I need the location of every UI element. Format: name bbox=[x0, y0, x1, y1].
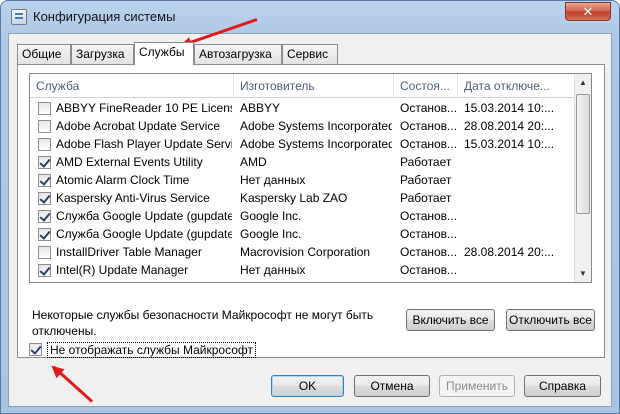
service-name: Kaspersky Anti-Virus Service bbox=[56, 191, 210, 205]
service-status: Работает bbox=[400, 191, 452, 205]
service-status: Останов... bbox=[400, 227, 456, 241]
service-checkbox[interactable] bbox=[38, 120, 51, 133]
service-date-disabled bbox=[464, 225, 572, 243]
service-manufacturer: Google Inc. bbox=[240, 227, 302, 241]
service-name: McAfee Security Scan Compone... bbox=[56, 279, 232, 282]
disable-all-button[interactable]: Отключить все bbox=[506, 309, 595, 331]
service-date-disabled bbox=[464, 261, 572, 279]
tab-services[interactable]: Службы bbox=[134, 42, 194, 65]
tab-boot[interactable]: Загрузка bbox=[71, 44, 134, 64]
service-manufacturer: Macrovision Corporation bbox=[240, 245, 371, 259]
service-manufacturer: Google Inc. bbox=[240, 209, 302, 223]
vertical-scrollbar[interactable]: ▲ ▼ bbox=[574, 74, 591, 282]
scroll-thumb[interactable] bbox=[576, 94, 590, 214]
service-manufacturer: Adobe Systems Incorporated bbox=[240, 137, 392, 151]
tab-general[interactable]: Общие bbox=[17, 44, 71, 64]
dialog-client-area: Общие Загрузка Службы Автозагрузка Серви… bbox=[8, 33, 612, 407]
service-status: Останов... bbox=[400, 279, 456, 282]
service-date-disabled: 15.03.2014 10:... bbox=[464, 279, 572, 282]
tab-tools[interactable]: Сервис bbox=[282, 44, 338, 64]
list-body: ABBYY FineReader 10 PE Licensi... ABBYY Ос… bbox=[30, 99, 576, 283]
msconfig-app-icon bbox=[11, 9, 27, 25]
service-status: Останов... bbox=[400, 263, 456, 277]
list-header: Служба Изготовитель Состоя... Дата отклю… bbox=[30, 74, 576, 98]
title-bar[interactable]: Конфигурация системы ✕ bbox=[1, 1, 619, 33]
system-config-window: Конфигурация системы ✕ Общие Загрузка Сл… bbox=[0, 0, 620, 414]
service-row[interactable]: Atomic Alarm Clock Time Нет данных Работае… bbox=[30, 171, 576, 189]
service-date-disabled: 15.03.2014 10:... bbox=[464, 137, 555, 151]
service-name: Служба Google Update (gupdate) bbox=[56, 209, 232, 223]
service-checkbox[interactable] bbox=[38, 138, 51, 151]
service-name: Adobe Flash Player Update Service bbox=[56, 137, 232, 151]
service-name: Atomic Alarm Clock Time bbox=[56, 173, 190, 187]
service-name: InstallDriver Table Manager bbox=[56, 245, 202, 259]
service-checkbox[interactable] bbox=[38, 174, 51, 187]
service-status: Останов... bbox=[400, 245, 456, 259]
column-header-service[interactable]: Служба bbox=[30, 74, 234, 98]
service-row[interactable]: Служба Google Update (gupdate) Google Inc… bbox=[30, 207, 576, 225]
service-manufacturer: Нет данных bbox=[240, 173, 306, 187]
service-date-disabled bbox=[464, 153, 572, 171]
tab-startup[interactable]: Автозагрузка bbox=[194, 44, 282, 64]
service-checkbox[interactable] bbox=[38, 228, 51, 241]
security-services-note: Некоторые службы безопасности Майкрософт… bbox=[32, 308, 374, 338]
service-date-disabled bbox=[464, 189, 572, 207]
close-button[interactable]: ✕ bbox=[565, 2, 611, 21]
hide-microsoft-services-checkbox[interactable] bbox=[29, 343, 42, 356]
service-manufacturer: ABBYY bbox=[240, 101, 281, 115]
service-date-disabled bbox=[464, 207, 572, 225]
service-checkbox[interactable] bbox=[38, 210, 51, 223]
enable-all-button[interactable]: Включить все bbox=[406, 309, 495, 331]
help-button[interactable]: Справка bbox=[524, 375, 601, 397]
service-checkbox[interactable] bbox=[38, 264, 51, 277]
service-manufacturer: Adobe Systems Incorporated bbox=[240, 119, 392, 133]
service-name: Intel(R) Update Manager bbox=[56, 263, 189, 277]
scroll-up-arrow-icon[interactable]: ▲ bbox=[575, 74, 591, 91]
window-title: Конфигурация системы bbox=[33, 9, 176, 24]
service-date-disabled: 28.08.2014 20:... bbox=[464, 119, 555, 133]
service-status: Останов... bbox=[400, 101, 456, 115]
service-status: Останов... bbox=[400, 137, 456, 151]
service-status: Работает bbox=[400, 173, 452, 187]
service-date-disabled: 15.03.2014 10:... bbox=[464, 101, 555, 115]
service-date-disabled bbox=[464, 171, 572, 189]
service-row[interactable]: Adobe Flash Player Update Service Adobe S… bbox=[30, 135, 576, 153]
service-row[interactable]: Служба Google Update (gupdatem) Google In… bbox=[30, 225, 576, 243]
service-manufacturer: Нет данных bbox=[240, 263, 306, 277]
services-list[interactable]: Служба Изготовитель Состоя... Дата отклю… bbox=[29, 73, 592, 283]
service-row[interactable]: Adobe Acrobat Update Service Adobe System… bbox=[30, 117, 576, 135]
service-name: ABBYY FineReader 10 PE Licensi... bbox=[56, 101, 232, 115]
ok-button[interactable]: OK bbox=[271, 375, 344, 397]
cancel-button[interactable]: Отмена bbox=[354, 375, 430, 397]
column-header-manufacturer[interactable]: Изготовитель bbox=[234, 74, 394, 98]
column-header-status[interactable]: Состоя... bbox=[394, 74, 458, 98]
column-header-date-disabled[interactable]: Дата отключе... bbox=[458, 74, 576, 98]
service-status: Останов... bbox=[400, 209, 456, 223]
service-row[interactable]: Intel(R) Update Manager Нет данных Останов… bbox=[30, 261, 576, 279]
service-manufacturer: McAfee, Inc. bbox=[240, 279, 392, 282]
service-manufacturer: AMD bbox=[240, 155, 267, 169]
service-name: Adobe Acrobat Update Service bbox=[56, 119, 221, 133]
service-name: AMD External Events Utility bbox=[56, 155, 203, 169]
service-checkbox[interactable] bbox=[38, 282, 51, 283]
service-row[interactable]: Kaspersky Anti-Virus Service Kaspersky La… bbox=[30, 189, 576, 207]
apply-button[interactable]: Применить bbox=[439, 375, 515, 397]
service-status: Работает bbox=[400, 155, 452, 169]
services-panel: Служба Изготовитель Состоя... Дата отклю… bbox=[17, 64, 605, 358]
scroll-down-arrow-icon[interactable]: ▼ bbox=[575, 265, 591, 282]
service-checkbox[interactable] bbox=[38, 156, 51, 169]
service-checkbox[interactable] bbox=[38, 102, 51, 115]
service-date-disabled: 28.08.2014 20:... bbox=[464, 245, 555, 259]
hide-microsoft-services-label[interactable]: Не отображать службы Майкрософт bbox=[47, 342, 257, 358]
service-manufacturer: Kaspersky Lab ZAO bbox=[240, 191, 348, 205]
service-row[interactable]: AMD External Events Utility AMD Работает bbox=[30, 153, 576, 171]
service-row[interactable]: McAfee Security Scan Compone... McAfee, I… bbox=[30, 279, 576, 283]
service-row[interactable]: InstallDriver Table Manager Macrovision C… bbox=[30, 243, 576, 261]
service-status: Останов... bbox=[400, 119, 456, 133]
service-checkbox[interactable] bbox=[38, 246, 51, 259]
service-name: Служба Google Update (gupdatem) bbox=[56, 227, 232, 241]
service-row[interactable]: ABBYY FineReader 10 PE Licensi... ABBYY Ос… bbox=[30, 99, 576, 117]
service-checkbox[interactable] bbox=[38, 192, 51, 205]
